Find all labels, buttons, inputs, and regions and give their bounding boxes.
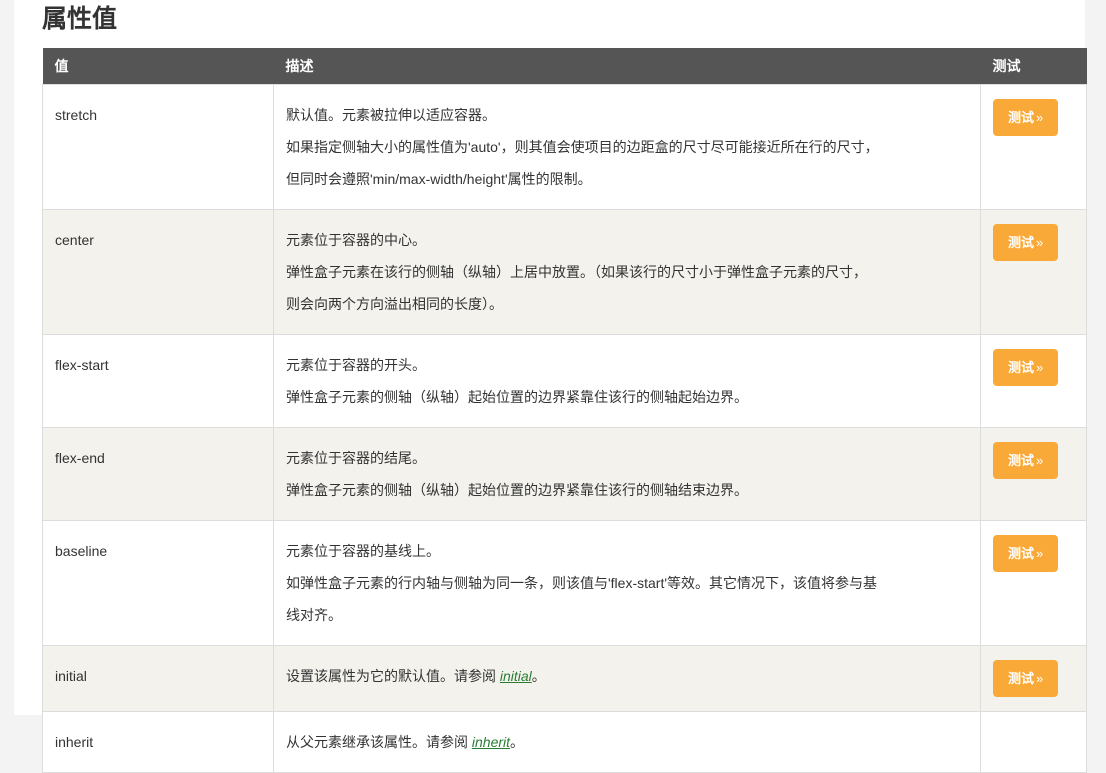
description-text-suffix: 。 — [531, 668, 546, 684]
cell-value: stretch — [42, 84, 274, 210]
description-line: 弹性盒子元素的侧轴（纵轴）起始位置的边界紧靠住该行的侧轴结束边界。 — [286, 482, 748, 498]
description-line: 元素位于容器的开头。 — [286, 357, 426, 373]
cell-test: 测试» — [980, 520, 1087, 646]
table-row: flex-end 元素位于容器的结尾。 弹性盒子元素的侧轴（纵轴）起始位置的边界紧靠… — [42, 427, 1087, 521]
description-text-suffix: 。 — [510, 734, 525, 750]
table-row: inherit 从父元素继承该属性。请参阅 inherit。 — [42, 711, 1087, 773]
chevron-right-icon: » — [1036, 453, 1044, 468]
test-button-label: 测试 — [1008, 671, 1035, 686]
chevron-right-icon: » — [1036, 235, 1044, 250]
description-text: 设置该属性为它的默认值。请参阅 — [286, 668, 500, 684]
description-line: 弹性盒子元素的侧轴（纵轴）起始位置的边界紧靠住该行的侧轴起始边界。 — [286, 389, 748, 405]
test-button-label: 测试 — [1008, 110, 1035, 125]
column-header-value: 值 — [42, 48, 274, 85]
cell-test: 测试» — [980, 427, 1087, 521]
table-row: center 元素位于容器的中心。 弹性盒子元素在该行的侧轴（纵轴）上居中放置。（如… — [42, 209, 1087, 335]
cell-description: 设置该属性为它的默认值。请参阅 initial。 — [273, 645, 981, 712]
reference-link[interactable]: initial — [500, 668, 532, 684]
reference-link[interactable]: inherit — [472, 734, 510, 750]
cell-description: 元素位于容器的结尾。弹性盒子元素的侧轴（纵轴）起始位置的边界紧靠住该行的侧轴结束… — [273, 427, 981, 521]
table-row: flex-start 元素位于容器的开头。 弹性盒子元素的侧轴（纵轴）起始位置的边界… — [42, 334, 1087, 428]
test-button[interactable]: 测试» — [993, 660, 1059, 697]
description-line: 如果指定侧轴大小的属性值为'auto'，则其值会使项目的边距盒的尺寸尽可能接近所… — [286, 139, 879, 155]
test-button-label: 测试 — [1008, 235, 1035, 250]
description-line: 则会向两个方向溢出相同的长度）。 — [286, 296, 503, 312]
cell-value: initial — [42, 645, 274, 712]
cell-value: center — [42, 209, 274, 335]
cell-test — [980, 711, 1087, 773]
description-line: 弹性盒子元素在该行的侧轴（纵轴）上居中放置。（如果该行的尺寸小于弹性盒子元素的尺… — [286, 264, 867, 280]
cell-value: flex-end — [42, 427, 274, 521]
chevron-right-icon: » — [1036, 671, 1044, 686]
test-button[interactable]: 测试» — [993, 99, 1059, 136]
cell-test: 测试» — [980, 645, 1087, 712]
cell-test: 测试» — [980, 209, 1087, 335]
cell-test: 测试» — [980, 84, 1087, 210]
description-line: 默认值。元素被拉伸以适应容器。 — [286, 107, 496, 123]
chevron-right-icon: » — [1036, 110, 1044, 125]
table-body: stretch 默认值。元素被拉伸以适应容器。 如果指定侧轴大小的属性值为'auto… — [42, 84, 1087, 773]
property-values-table: 值 描述 测试 stretch 默认值。元素被拉伸以适应容器。 如果指定侧轴大小的属… — [42, 48, 1087, 773]
page-title: 属性值 — [42, 5, 118, 33]
test-button[interactable]: 测试» — [993, 535, 1059, 572]
test-button[interactable]: 测试» — [993, 442, 1059, 479]
description-line: 如弹性盒子元素的行内轴与侧轴为同一条，则该值与'flex-start'等效。其它… — [286, 575, 878, 591]
test-button-label: 测试 — [1008, 453, 1035, 468]
description-line: 设置该属性为它的默认值。请参阅 initial。 — [286, 660, 968, 692]
column-header-test: 测试 — [980, 48, 1087, 85]
test-button[interactable]: 测试» — [993, 224, 1059, 261]
cell-description: 元素位于容器的开头。弹性盒子元素的侧轴（纵轴）起始位置的边界紧靠住该行的侧轴起始… — [273, 334, 981, 428]
cell-description: 从父元素继承该属性。请参阅 inherit。 — [273, 711, 981, 773]
table-row: baseline 元素位于容器的基线上。 如弹性盒子元素的行内轴与侧轴为同一条，则该… — [42, 520, 1087, 646]
chevron-right-icon: » — [1036, 360, 1044, 375]
test-button-label: 测试 — [1008, 360, 1035, 375]
description-line: 元素位于容器的结尾。 — [286, 450, 426, 466]
cell-test: 测试» — [980, 334, 1087, 428]
content-surface: 属性值 值 描述 测试 stretch 默认值。元素被拉伸以适应容器。 如果指定侧轴… — [14, 0, 1087, 773]
description-line: 线对齐。 — [286, 607, 342, 623]
description-line: 元素位于容器的中心。 — [286, 232, 426, 248]
cell-value: baseline — [42, 520, 274, 646]
test-button[interactable]: 测试» — [993, 349, 1059, 386]
column-header-description: 描述 — [273, 48, 981, 85]
cell-value: inherit — [42, 711, 274, 773]
table-row: stretch 默认值。元素被拉伸以适应容器。 如果指定侧轴大小的属性值为'auto… — [42, 84, 1087, 210]
page-root: 属性值 值 描述 测试 stretch 默认值。元素被拉伸以适应容器。 如果指定侧轴… — [0, 0, 1106, 773]
table-header-row: 值 描述 测试 — [42, 48, 1087, 85]
description-line: 从父元素继承该属性。请参阅 inherit。 — [286, 726, 968, 758]
values-table-container: 值 描述 测试 stretch 默认值。元素被拉伸以适应容器。 如果指定侧轴大小的属… — [42, 48, 1087, 773]
table-row: initial 设置该属性为它的默认值。请参阅 initial。 测试» — [42, 645, 1087, 712]
table-header: 值 描述 测试 — [42, 48, 1087, 85]
cell-description: 元素位于容器的中心。弹性盒子元素在该行的侧轴（纵轴）上居中放置。（如果该行的尺寸… — [273, 209, 981, 335]
description-line: 但同时会遵照'min/max-width/height'属性的限制。 — [286, 171, 592, 187]
test-button-label: 测试 — [1008, 546, 1035, 561]
description-text: 从父元素继承该属性。请参阅 — [286, 734, 472, 750]
cell-description: 默认值。元素被拉伸以适应容器。如果指定侧轴大小的属性值为'auto'，则其值会使… — [273, 84, 981, 210]
description-line: 元素位于容器的基线上。 — [286, 543, 440, 559]
cell-value: flex-start — [42, 334, 274, 428]
chevron-right-icon: » — [1036, 546, 1044, 561]
cell-description: 元素位于容器的基线上。如弹性盒子元素的行内轴与侧轴为同一条，则该值与'flex-… — [273, 520, 981, 646]
